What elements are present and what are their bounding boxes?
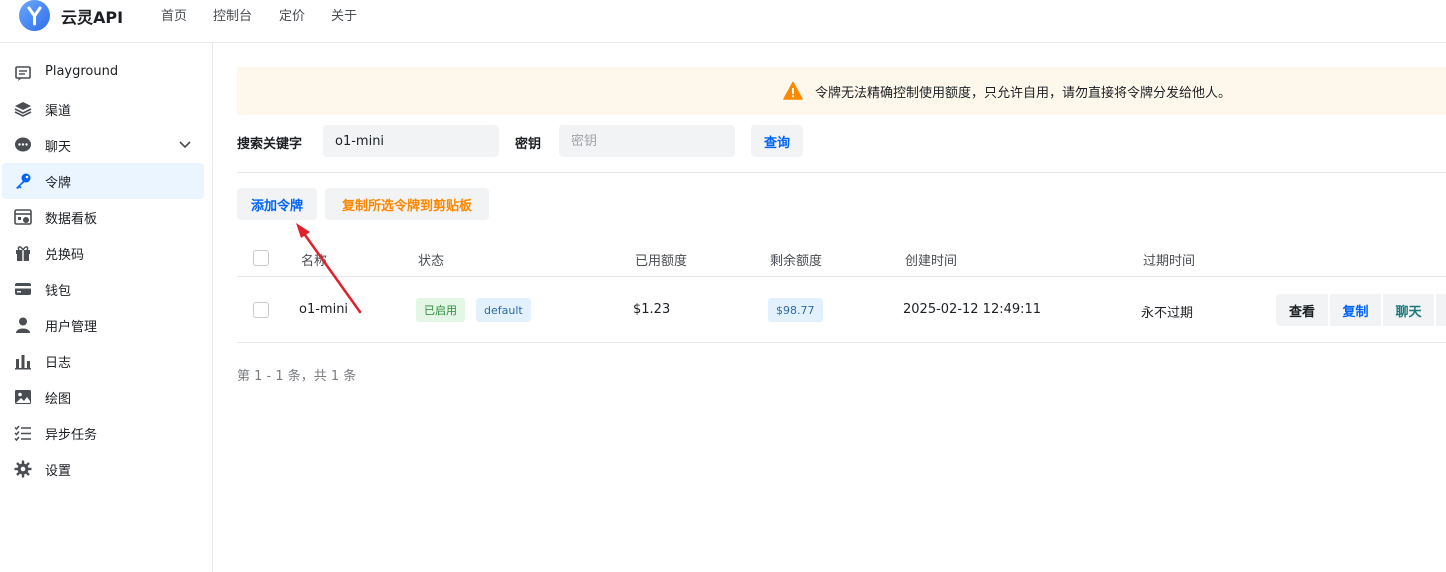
sidebar-item-label: 兑换码: [45, 248, 85, 263]
sidebar: Playground 渠道 聊天 令牌 数据看板 兑换码 钱包 用户管理 日志 …: [0, 43, 213, 572]
warning-text: 令牌无法精确控制使用额度，只允许自用，请勿直接将令牌分发给他人。: [815, 86, 1232, 101]
column-header-name: 名称: [301, 254, 328, 269]
more-actions-button[interactable]: [1435, 294, 1446, 326]
sidebar-item-logs[interactable]: 日志: [2, 343, 204, 379]
bar-chart-icon: [14, 352, 32, 370]
sidebar-item-wallet[interactable]: 钱包: [2, 271, 204, 307]
pagination-summary: 第 1 - 1 条，共 1 条: [237, 369, 357, 384]
sidebar-item-label: 绘图: [45, 392, 72, 407]
sidebar-item-settings[interactable]: 设置: [2, 451, 204, 487]
nav-console[interactable]: 控制台: [213, 5, 252, 24]
column-header-created: 创建时间: [905, 254, 958, 269]
created-time: 2025-02-12 12:49:11: [903, 302, 1042, 317]
table-header-divider: [237, 276, 1446, 277]
image-icon: [14, 388, 32, 406]
sidebar-item-label: 用户管理: [45, 320, 98, 335]
used-quota: $1.23: [633, 302, 671, 317]
search-keyword-label: 搜索关键字: [237, 137, 303, 152]
nav-about[interactable]: 关于: [331, 5, 357, 24]
layers-icon: [14, 100, 32, 118]
row-checkbox[interactable]: [253, 302, 269, 318]
sidebar-item-redeem[interactable]: 兑换码: [2, 235, 204, 271]
status-badge: 已启用: [416, 298, 465, 322]
add-token-button[interactable]: 添加令牌: [237, 188, 317, 220]
sidebar-item-label: 数据看板: [45, 212, 98, 227]
app-logo[interactable]: [19, 0, 50, 31]
chat-button[interactable]: 聊天: [1382, 294, 1434, 326]
sidebar-item-dashboard[interactable]: 数据看板: [2, 199, 204, 235]
warning-icon: [783, 81, 803, 101]
sidebar-item-label: 设置: [45, 464, 72, 479]
calendar-chart-icon: [14, 208, 32, 226]
sidebar-item-tokens[interactable]: 令牌: [2, 163, 204, 199]
view-button[interactable]: 查看: [1276, 294, 1328, 326]
chevron-down-icon[interactable]: [178, 137, 192, 151]
credit-card-icon: [14, 280, 32, 298]
top-header: 云灵API 首页 控制台 定价 关于: [0, 0, 1446, 43]
sidebar-item-async-tasks[interactable]: 异步任务: [2, 415, 204, 451]
remaining-quota-badge: $98.77: [768, 298, 823, 322]
select-all-checkbox[interactable]: [253, 250, 269, 266]
sidebar-item-playground[interactable]: Playground: [2, 55, 204, 91]
sidebar-item-label: 异步任务: [45, 428, 98, 443]
sidebar-item-label: 令牌: [45, 176, 72, 191]
sidebar-item-drawing[interactable]: 绘图: [2, 379, 204, 415]
sidebar-item-users[interactable]: 用户管理: [2, 307, 204, 343]
nav-pricing[interactable]: 定价: [279, 5, 305, 24]
sidebar-item-chat[interactable]: 聊天: [2, 127, 204, 163]
section-divider: [237, 172, 1446, 173]
expire-time: 永不过期: [1141, 306, 1194, 321]
search-key-label: 密钥: [515, 137, 542, 152]
token-name: o1-mini: [299, 302, 349, 317]
gift-icon: [14, 244, 32, 262]
chat-bubble-icon: [14, 136, 32, 154]
sidebar-item-label: 渠道: [45, 104, 72, 119]
user-icon: [14, 316, 32, 334]
sidebar-item-channels[interactable]: 渠道: [2, 91, 204, 127]
column-header-remaining: 剩余额度: [770, 254, 823, 269]
copy-selected-tokens-button[interactable]: 复制所选令牌到剪贴板: [325, 188, 489, 220]
checklist-icon: [14, 424, 32, 442]
column-header-expires: 过期时间: [1143, 254, 1196, 269]
logo-y-icon: [27, 6, 42, 26]
table-row-divider: [237, 342, 1446, 343]
app-name[interactable]: 云灵API: [61, 4, 123, 28]
sidebar-item-label: 聊天: [45, 140, 72, 155]
search-key-input[interactable]: [559, 125, 735, 157]
query-button[interactable]: 查询: [751, 125, 803, 157]
gear-icon: [14, 460, 32, 478]
nav-home[interactable]: 首页: [161, 5, 187, 24]
column-header-status: 状态: [418, 254, 445, 269]
copy-button[interactable]: 复制: [1329, 294, 1381, 326]
group-badge: default: [476, 298, 531, 322]
message-square-icon: [14, 64, 32, 82]
search-keyword-input[interactable]: [323, 125, 499, 157]
key-icon: [14, 172, 32, 190]
sidebar-item-label: 钱包: [45, 284, 72, 299]
column-header-used: 已用额度: [635, 254, 688, 269]
sidebar-item-label: 日志: [45, 356, 72, 371]
sidebar-item-label: Playground: [45, 64, 119, 79]
warning-banner: 令牌无法精确控制使用额度，只允许自用，请勿直接将令牌分发给他人。: [237, 67, 1446, 115]
